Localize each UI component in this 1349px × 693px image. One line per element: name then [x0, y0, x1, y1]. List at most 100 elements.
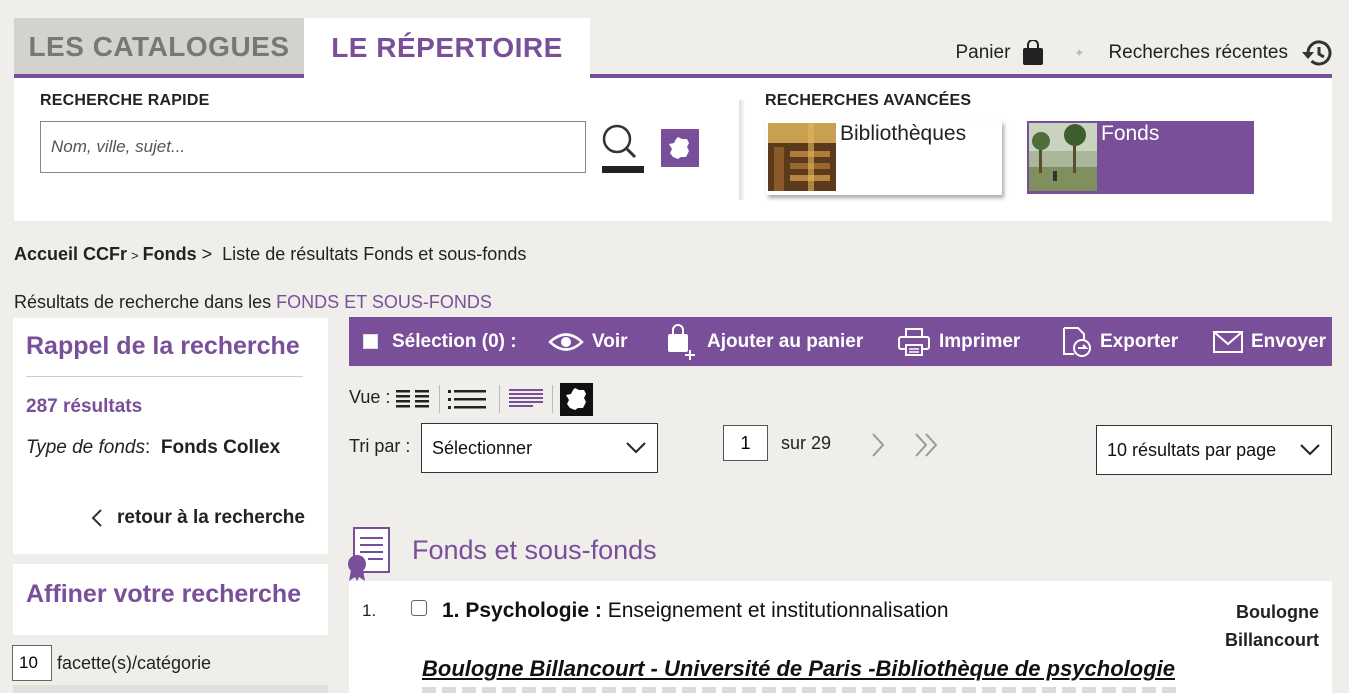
left-panel-peek	[13, 685, 328, 693]
panier-link[interactable]: Panier	[955, 42, 1010, 64]
magnifier-icon	[602, 124, 644, 173]
certificate-icon	[346, 526, 392, 587]
france-map-icon	[560, 382, 593, 416]
advanced-card-label: Fonds	[1101, 122, 1160, 145]
top-links: Panier ✦ Recherches récentes	[955, 38, 1332, 68]
chevron-left-icon	[91, 508, 103, 528]
advanced-card-fonds[interactable]: Fonds	[1027, 121, 1254, 194]
type-value: Fonds Collex	[160, 437, 281, 458]
result-city: Boulogne Billancourt	[1225, 598, 1319, 654]
view-separator	[499, 385, 500, 413]
next-page-icon[interactable]	[871, 432, 885, 458]
result-number: 1.	[362, 601, 377, 620]
rappel-divider	[26, 376, 303, 377]
result-description-peek	[422, 687, 1182, 693]
results-scope-line: Résultats de recherche dans les FONDS ET…	[14, 292, 492, 313]
breadcrumb-fonds[interactable]: Fonds	[143, 244, 197, 264]
result-title-bold: 1. Psychologie :	[442, 599, 602, 622]
results-toolbar: Sélection (0) : Voir Ajouter au panier I…	[349, 317, 1332, 366]
panel-divider	[739, 100, 745, 200]
page-number-input[interactable]	[723, 425, 768, 461]
advanced-search-label: RECHERCHES AVANCÉES	[765, 92, 972, 109]
breadcrumb-separator: >	[131, 248, 139, 263]
results-scope-link[interactable]: FONDS ET SOUS-FONDS	[276, 292, 492, 312]
result-title-rest: Enseignement et institutionnalisation	[601, 599, 949, 622]
search-panel: RECHERCHE RAPIDE RECHERCHES AVANCÉES Bib…	[14, 78, 1332, 221]
result-checkbox[interactable]	[411, 600, 427, 616]
back-to-search-link[interactable]: retour à la recherche	[91, 507, 305, 529]
type-de-fonds: Type de fonds: Fonds Collex	[26, 437, 280, 459]
add-to-cart-label: Ajouter au panier	[707, 330, 864, 352]
type-label: Type de fonds	[26, 437, 146, 458]
export-icon	[1060, 326, 1092, 358]
selection-label: Sélection (0) :	[392, 330, 517, 352]
advanced-card-label: Bibliothèques	[840, 122, 967, 145]
sort-label: Tri par :	[349, 436, 411, 456]
breadcrumb-current: Liste de résultats Fonds et sous-fonds	[222, 244, 527, 264]
send-label: Envoyer	[1251, 330, 1326, 352]
voir-button[interactable]: Voir	[548, 317, 628, 366]
eye-icon	[548, 331, 584, 353]
printer-icon	[897, 327, 931, 357]
result-count: 287 résultats	[26, 396, 143, 417]
export-label: Exporter	[1100, 330, 1179, 352]
sort-select[interactable]: Sélectionner	[421, 423, 658, 473]
print-button[interactable]: Imprimer	[897, 317, 1020, 366]
results-heading: Fonds et sous-fonds	[412, 535, 657, 565]
rappel-title: Rappel de la recherche	[26, 332, 300, 360]
facet-count-input[interactable]	[12, 645, 52, 681]
send-button[interactable]: Envoyer	[1213, 317, 1326, 366]
shopping-bag-icon[interactable]	[1022, 40, 1044, 66]
facet-count-row: facette(s)/catégorie	[12, 645, 211, 681]
breadcrumb-home[interactable]: Accueil CCFr	[14, 244, 127, 264]
export-button[interactable]: Exporter	[1060, 317, 1178, 366]
page-total: sur 29	[781, 433, 832, 453]
search-button[interactable]	[598, 122, 646, 174]
fonds-thumbnail	[1029, 123, 1097, 191]
affiner-title: Affiner votre recherche	[26, 580, 302, 608]
recherches-recentes-link[interactable]: Recherches récentes	[1108, 42, 1288, 64]
tab-le-repertoire[interactable]: LE RÉPERTOIRE	[304, 18, 590, 78]
result-title[interactable]: 1. Psychologie : Enseignement et institu…	[442, 599, 949, 623]
sort-selected-value: Sélectionner	[432, 437, 533, 458]
back-to-search-label: retour à la recherche	[117, 507, 305, 528]
link-separator: ✦	[1074, 46, 1085, 60]
facet-count-label: facette(s)/catégorie	[57, 652, 212, 673]
tab-les-catalogues[interactable]: LES CATALOGUES	[14, 18, 304, 75]
voir-label: Voir	[592, 330, 628, 352]
select-all-checkbox[interactable]	[363, 334, 378, 349]
compact-list-icon	[396, 390, 429, 408]
france-map-icon	[669, 137, 689, 159]
bullet-list-icon	[448, 390, 486, 409]
per-page-selected-value: 10 résultats par page	[1107, 439, 1277, 460]
view-detailed-button[interactable]	[508, 382, 544, 416]
result-city-line2: Billancourt	[1224, 630, 1319, 650]
breadcrumb: Accueil CCFr > Fonds > Liste de résultats …	[14, 244, 526, 265]
view-separator	[439, 385, 440, 413]
view-compact-button[interactable]	[395, 382, 431, 416]
type-colon: :	[145, 437, 151, 458]
print-label: Imprimer	[939, 330, 1021, 352]
quick-search-label: RECHERCHE RAPIDE	[40, 92, 210, 109]
view-map-button[interactable]	[560, 382, 593, 416]
result-library-link[interactable]: Boulogne Billancourt - Université de Par…	[422, 656, 1175, 682]
envelope-icon	[1213, 330, 1243, 353]
chevron-down-icon	[1299, 443, 1321, 457]
add-to-cart-button[interactable]: Ajouter au panier	[665, 317, 863, 366]
detailed-list-icon	[509, 389, 543, 407]
history-icon[interactable]	[1300, 39, 1332, 67]
chevron-down-icon	[625, 441, 647, 455]
result-item: 1. 1. Psychologie : Enseignement et inst…	[349, 581, 1332, 693]
results-per-page-select[interactable]: 10 résultats par page	[1096, 425, 1332, 475]
advanced-card-bibliotheques[interactable]: Bibliothèques	[766, 121, 1002, 195]
last-page-icon[interactable]	[914, 432, 940, 458]
result-city-line1: Boulogne	[1236, 602, 1319, 622]
affiner-panel: Affiner votre recherche	[13, 564, 328, 635]
bag-plus-icon	[665, 323, 699, 360]
view-list-button[interactable]	[447, 382, 487, 416]
quick-search-input[interactable]	[40, 121, 586, 173]
view-separator	[552, 385, 553, 413]
select-all-toggle[interactable]: Sélection (0) :	[361, 317, 517, 366]
map-search-button[interactable]	[661, 129, 699, 167]
results-scope-prefix: Résultats de recherche dans les	[14, 292, 272, 312]
